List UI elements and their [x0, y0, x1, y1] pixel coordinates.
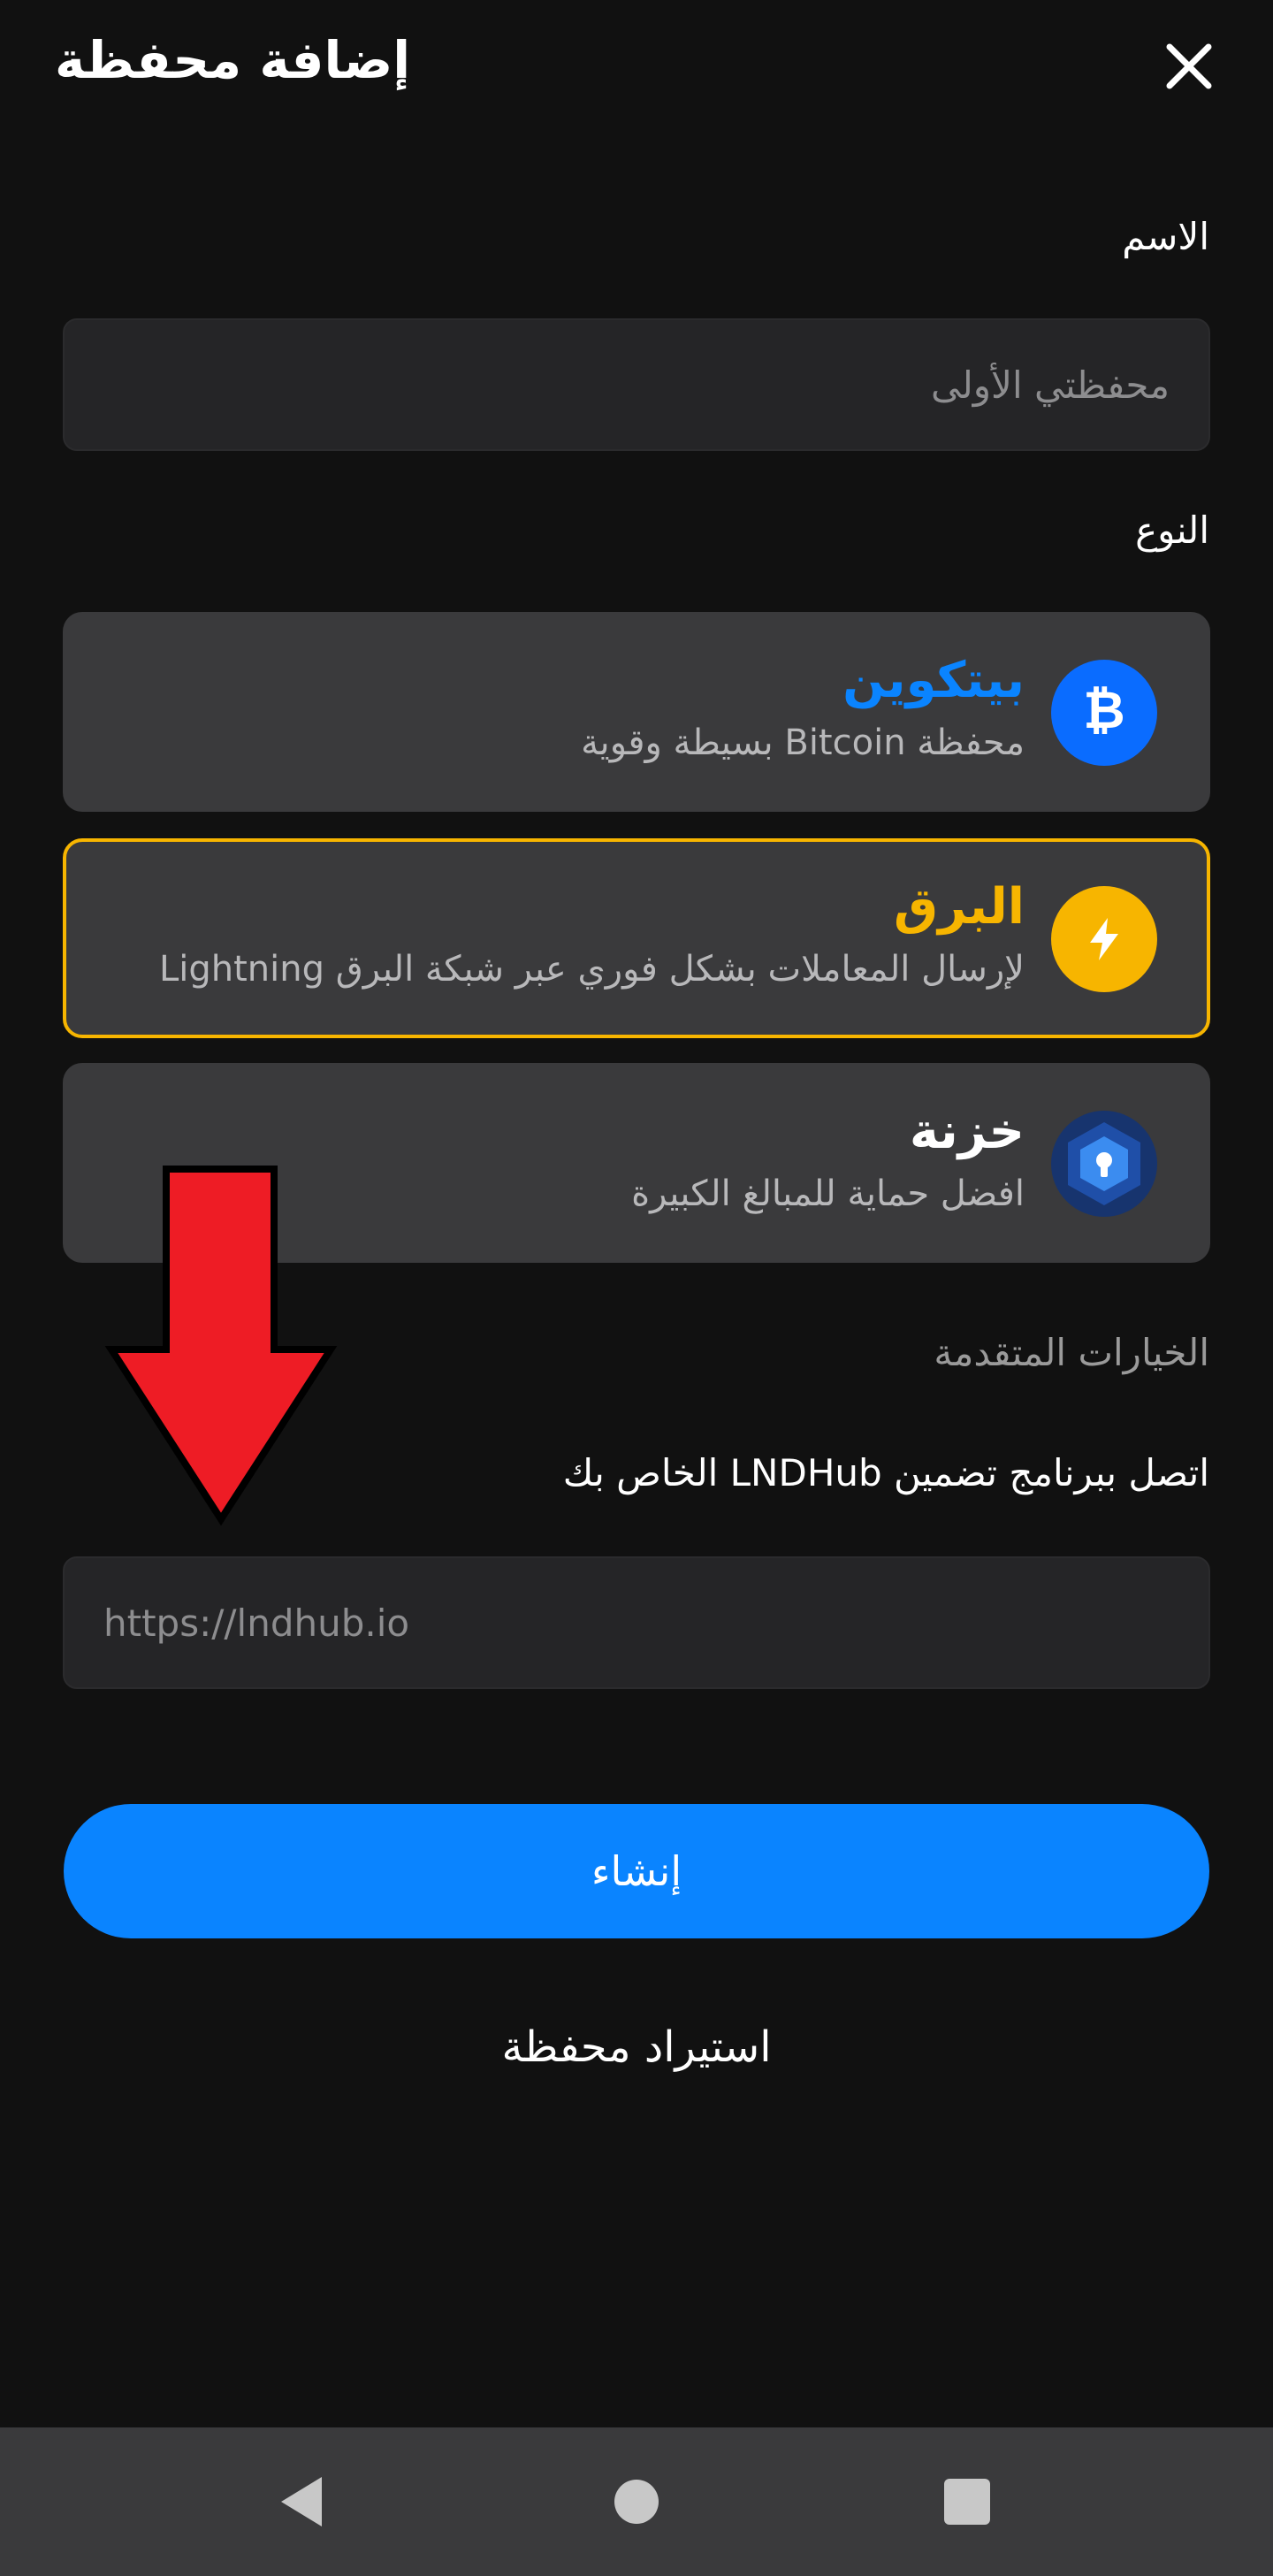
- wallet-name-placeholder: محفظتي الأولى: [930, 363, 1170, 407]
- add-wallet-screen: إضافة محفظة الاسم محفظتي الأولى النوع ₿ …: [0, 0, 1273, 2576]
- wallet-type-title: بيتكوين: [842, 652, 1025, 709]
- type-label: النوع: [1135, 508, 1209, 552]
- page-title: إضافة محفظة: [55, 30, 411, 90]
- vault-icon: [1051, 1111, 1157, 1217]
- svg-text:₿: ₿: [1083, 682, 1124, 740]
- wallet-type-description: محفظة Bitcoin بسيطة وقوية: [581, 722, 1025, 763]
- wallet-type-description: افضل حماية للمبالغ الكبيرة: [631, 1173, 1025, 1214]
- wallet-type-title: البرق: [894, 878, 1025, 936]
- advanced-options-label[interactable]: الخيارات المتقدمة: [934, 1326, 1209, 1380]
- lndhub-url-input[interactable]: https://lndhub.io: [63, 1556, 1210, 1689]
- wallet-name-input[interactable]: محفظتي الأولى: [63, 318, 1210, 451]
- wallet-type-lightning[interactable]: البرق لإرسال المعاملات بشكل فوري عبر شبك…: [63, 838, 1210, 1038]
- down-arrow-icon: [104, 1166, 338, 1526]
- lndhub-label: اتصل ببرنامج تضمين LNDHub الخاص بك: [562, 1451, 1209, 1494]
- create-button[interactable]: إنشاء: [64, 1804, 1209, 1938]
- lndhub-url-placeholder: https://lndhub.io: [103, 1601, 410, 1645]
- back-triangle-icon: [281, 2477, 322, 2526]
- wallet-type-bitcoin[interactable]: ₿ بيتكوين محفظة Bitcoin بسيطة وقوية: [63, 612, 1210, 812]
- close-icon: [1166, 43, 1212, 89]
- import-wallet-link[interactable]: استيراد محفظة: [0, 2016, 1273, 2078]
- recents-button[interactable]: [914, 2449, 1020, 2555]
- back-button[interactable]: [249, 2449, 355, 2555]
- wallet-type-description: لإرسال المعاملات بشكل فوري عبر شبكة البر…: [158, 949, 1025, 990]
- wallet-type-title: خزنة: [909, 1103, 1025, 1160]
- system-nav-bar: [0, 2427, 1273, 2576]
- home-circle-icon: [614, 2480, 659, 2524]
- bitcoin-icon: ₿: [1051, 660, 1157, 766]
- lightning-icon: [1051, 886, 1157, 992]
- name-label: الاسم: [1122, 215, 1209, 258]
- close-button[interactable]: [1149, 27, 1229, 106]
- recents-square-icon: [944, 2479, 990, 2525]
- home-button[interactable]: [583, 2449, 690, 2555]
